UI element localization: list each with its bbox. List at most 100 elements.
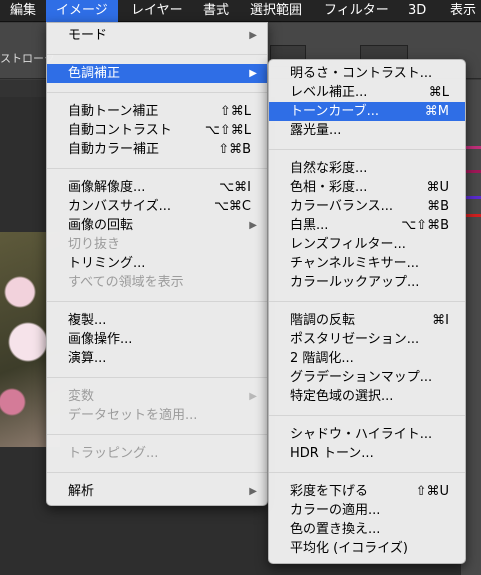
menu-item-hdr-toning[interactable]: HDR トーン... <box>269 444 465 463</box>
menu-item-label: 自動トーン補正 <box>68 104 159 119</box>
menu-item-color-lookup[interactable]: カラールックアップ... <box>269 273 465 292</box>
menu-edit[interactable]: 編集 <box>0 0 46 22</box>
menu-item-label: 特定色域の選択... <box>290 389 394 404</box>
menu-item-trim[interactable]: トリミング... <box>47 254 267 273</box>
submenu-arrow-icon: ▶ <box>249 30 257 41</box>
menu-item-auto-color[interactable]: 自動カラー補正 ⇧⌘B <box>47 140 267 159</box>
menu-image[interactable]: イメージ <box>46 0 118 22</box>
menu-item-gradient-map[interactable]: グラデーションマップ... <box>269 368 465 387</box>
menu-item-mode[interactable]: モード ▶ <box>47 26 267 45</box>
shortcut-label: ⇧⌘U <box>415 484 449 499</box>
menu-item-crop: 切り抜き <box>47 235 267 254</box>
menu-type[interactable]: 書式 <box>193 0 239 22</box>
menu-item-vibrance[interactable]: 自然な彩度... <box>269 159 465 178</box>
menu-separator <box>47 301 267 302</box>
menu-item-apply-image[interactable]: 画像操作... <box>47 330 267 349</box>
menu-item-label: トラッピング... <box>68 446 159 461</box>
menu-item-exposure[interactable]: 露光量... <box>269 121 465 140</box>
menu-item-invert[interactable]: 階調の反転 ⌘I <box>269 311 465 330</box>
menu-item-duplicate[interactable]: 複製... <box>47 311 267 330</box>
menu-item-analysis[interactable]: 解析 ▶ <box>47 482 267 501</box>
menu-item-label: カラールックアップ... <box>290 275 420 290</box>
menu-item-equalize[interactable]: 平均化 (イコライズ) <box>269 539 465 558</box>
menu-item-shadows-highlights[interactable]: シャドウ・ハイライト... <box>269 425 465 444</box>
shortcut-label: ⌘B <box>427 199 449 214</box>
menu-item-label: 解析 <box>68 484 95 499</box>
menu-item-label: 明るさ・コントラスト... <box>290 66 433 81</box>
submenu-arrow-icon: ▶ <box>249 220 257 231</box>
menu-item-auto-contrast[interactable]: 自動コントラスト ⌥⇧⌘L <box>47 121 267 140</box>
menu-item-label: データセットを適用... <box>68 408 198 423</box>
menu-separator <box>269 472 465 473</box>
menu-filter[interactable]: フィルター <box>314 0 399 22</box>
menu-item-label: 演算... <box>68 351 107 366</box>
menu-item-label: 彩度を下げる <box>290 484 369 499</box>
shortcut-label: ⌥⌘C <box>213 199 251 214</box>
menu-item-curves[interactable]: トーンカーブ... ⌘M <box>269 102 465 121</box>
menu-item-levels[interactable]: レベル補正... ⌘L <box>269 83 465 102</box>
menu-item-label: 画像操作... <box>68 332 133 347</box>
submenu-arrow-icon: ▶ <box>249 486 257 497</box>
submenu-arrow-icon: ▶ <box>249 68 257 79</box>
menu-item-desaturate[interactable]: 彩度を下げる ⇧⌘U <box>269 482 465 501</box>
menu-3d[interactable]: 3D <box>398 0 436 22</box>
menu-item-canvas-size[interactable]: カンバスサイズ... ⌥⌘C <box>47 197 267 216</box>
menu-item-label: 色の置き換え... <box>290 522 381 537</box>
menu-item-label: 変数 <box>68 389 95 404</box>
shortcut-label: ⌘I <box>432 313 449 328</box>
menu-select[interactable]: 選択範囲 <box>240 0 312 22</box>
menu-item-channel-mixer[interactable]: チャンネルミキサー... <box>269 254 465 273</box>
image-menu: モード ▶ 色調補正 ▶ 自動トーン補正 ⇧⌘L 自動コントラスト ⌥⇧⌘L 自… <box>46 22 268 506</box>
menu-item-label: 切り抜き <box>68 237 121 252</box>
shortcut-label: ⌘U <box>426 180 449 195</box>
menu-item-label: トーンカーブ... <box>290 104 379 119</box>
menu-item-adjustments[interactable]: 色調補正 ▶ <box>47 64 267 83</box>
menu-item-threshold[interactable]: 2 階調化... <box>269 349 465 368</box>
menu-separator <box>47 472 267 473</box>
menu-item-label: レベル補正... <box>290 85 368 100</box>
shortcut-label: ⌥⇧⌘B <box>401 218 449 233</box>
menu-item-label: 画像の回転 <box>68 218 134 233</box>
menu-separator <box>269 149 465 150</box>
menu-item-label: すべての領域を表示 <box>68 275 184 290</box>
menu-item-label: 平均化 (イコライズ) <box>290 541 408 556</box>
menu-item-label: トリミング... <box>68 256 146 271</box>
menu-item-label: 2 階調化... <box>290 351 354 366</box>
menu-item-variables: 変数 ▶ <box>47 387 267 406</box>
menu-layer[interactable]: レイヤー <box>121 0 193 22</box>
menu-separator <box>47 434 267 435</box>
menu-item-label: レンズフィルター... <box>290 237 406 252</box>
menu-item-label: 複製... <box>68 313 107 328</box>
menu-item-image-rotation[interactable]: 画像の回転 ▶ <box>47 216 267 235</box>
menu-item-image-size[interactable]: 画像解像度... ⌥⌘I <box>47 178 267 197</box>
menu-item-match-color[interactable]: カラーの適用... <box>269 501 465 520</box>
shortcut-label: ⌥⌘I <box>219 180 251 195</box>
menu-item-color-balance[interactable]: カラーバランス... ⌘B <box>269 197 465 216</box>
menu-item-hue-saturation[interactable]: 色相・彩度... ⌘U <box>269 178 465 197</box>
menu-item-label: 自然な彩度... <box>290 161 368 176</box>
menu-item-label: グラデーションマップ... <box>290 370 433 385</box>
menu-view[interactable]: 表示 <box>440 0 481 22</box>
menu-item-label: 自動カラー補正 <box>68 142 160 157</box>
menu-item-posterize[interactable]: ポスタリゼーション... <box>269 330 465 349</box>
adjustments-submenu: 明るさ・コントラスト... レベル補正... ⌘L トーンカーブ... ⌘M 露… <box>268 59 466 564</box>
menu-item-label: 露光量... <box>290 123 342 138</box>
menu-item-calculations[interactable]: 演算... <box>47 349 267 368</box>
menu-item-label: 色調補正 <box>68 66 121 81</box>
menu-item-label: 白黒... <box>290 218 329 233</box>
menu-item-selective-color[interactable]: 特定色域の選択... <box>269 387 465 406</box>
menu-item-label: カラーバランス... <box>290 199 394 214</box>
menu-item-label: チャンネルミキサー... <box>290 256 420 271</box>
menu-item-reveal-all: すべての領域を表示 <box>47 273 267 292</box>
submenu-arrow-icon: ▶ <box>249 391 257 402</box>
shortcut-label: ⌥⇧⌘L <box>204 123 251 138</box>
menu-separator <box>47 377 267 378</box>
menu-item-photo-filter[interactable]: レンズフィルター... <box>269 235 465 254</box>
menu-item-auto-tone[interactable]: 自動トーン補正 ⇧⌘L <box>47 102 267 121</box>
menu-item-black-white[interactable]: 白黒... ⌥⇧⌘B <box>269 216 465 235</box>
menu-item-brightness-contrast[interactable]: 明るさ・コントラスト... <box>269 64 465 83</box>
menu-separator <box>269 301 465 302</box>
shortcut-label: ⇧⌘B <box>218 142 251 157</box>
menu-item-label: カラーの適用... <box>290 503 381 518</box>
menu-item-replace-color[interactable]: 色の置き換え... <box>269 520 465 539</box>
